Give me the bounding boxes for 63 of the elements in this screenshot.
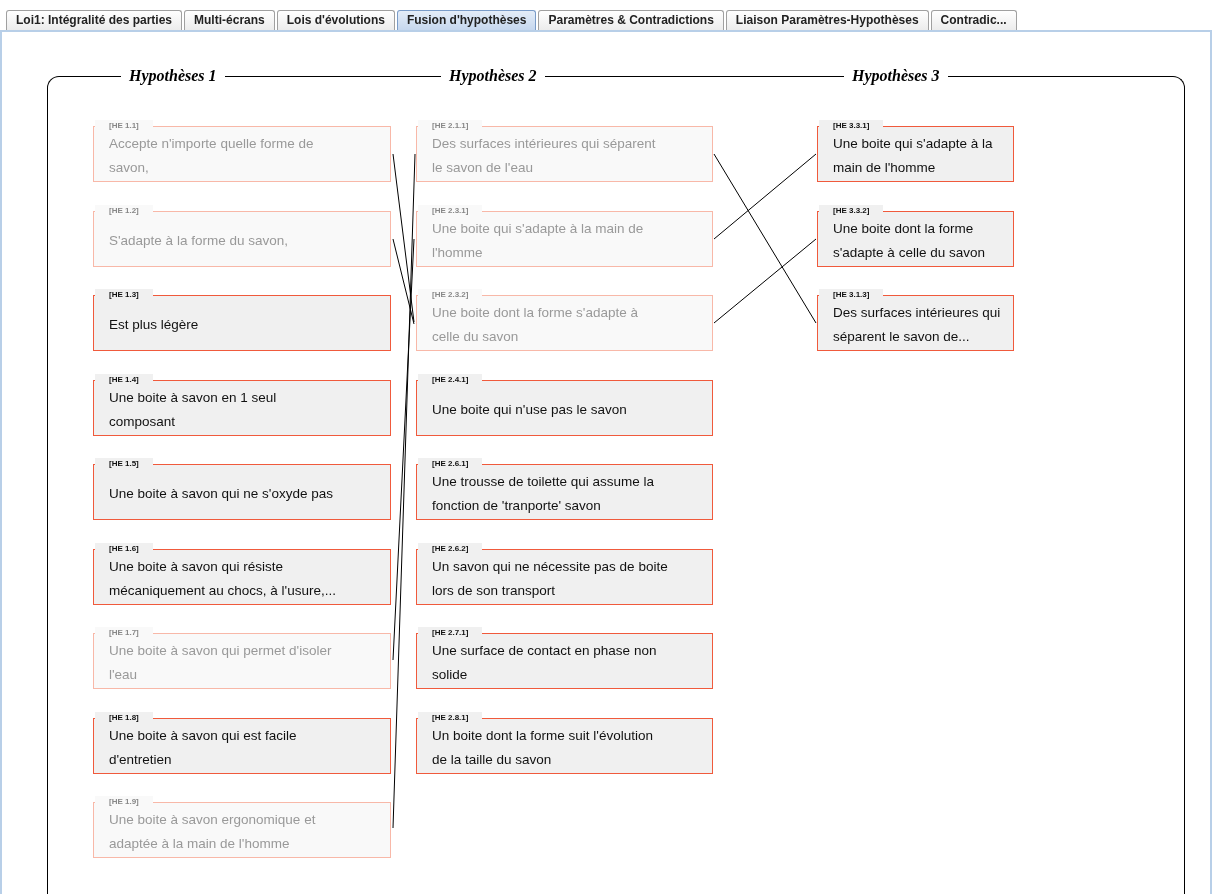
card-label: [HE 3.3.1] (819, 120, 884, 131)
card-text: Une boite à savon qui permet d'isoler l'eau (109, 642, 333, 684)
hypothesis-card[interactable]: [HE 3.3.1] Une boite qui s'adapte à la main de l'homme (817, 120, 1014, 182)
card-label: [HE 2.7.1] (418, 627, 483, 638)
hypothesis-card[interactable]: [HE 2.7.1] Une surface de contact en phase non solide (416, 627, 713, 689)
hypothesis-card[interactable]: [HE 2.4.1] Une boite qui n'use pas le savon (416, 373, 713, 436)
card-label: [HE 1.1] (95, 120, 153, 131)
card-text: Une boite qui s'adapte à la main de l'homme (432, 219, 645, 262)
card-text: Une surface de contact en phase non solide (432, 642, 658, 684)
column-title: Hypothèses 1 (121, 67, 225, 85)
card-text: Un boite dont la forme suit l'évolution de la taille du savon (432, 726, 654, 769)
column-title: Hypothèses 2 (441, 67, 545, 85)
hypothesis-card[interactable]: [HE 1.3] Est plus légère (93, 289, 391, 351)
card-text: Une boite à savon en 1 seul composant (109, 388, 278, 431)
hypothesis-card[interactable]: [HE 2.6.1] Une trousse de toilette qui assume la fonction de 'tranporte' savon (416, 458, 713, 520)
card-label: [HE 1.5] (95, 458, 153, 469)
hypothesis-card[interactable]: [HE 1.8] Une boite à savon qui est facile d'entretien (93, 711, 391, 774)
card-text: Un savon qui ne nécessite pas de boite lors de son transport (432, 557, 668, 600)
hypothesis-card[interactable]: [HE 3.3.2] Une boite dont la forme s'adapte à celle du savon (817, 204, 1014, 267)
card-text: Une boite à savon qui est facile d'entretien (109, 726, 298, 769)
card-label: [HE 1.6] (95, 542, 153, 554)
card-label: [HE 2.8.1] (418, 711, 483, 723)
card-text: Des surfaces intérieures qui séparent le savon de... (833, 304, 1002, 346)
card-label: [HE 2.6.2] (418, 542, 483, 554)
card-label: [HE 2.3.2] (418, 289, 483, 300)
card-text: S'adapte à la forme du savon, (109, 231, 288, 250)
card-label: [HE 3.1.3] (819, 289, 884, 300)
tab[interactable]: Paramètres & Contradictions (538, 10, 724, 30)
tab[interactable]: Lois d'évolutions (276, 10, 395, 30)
hypothesis-card[interactable]: [HE 3.1.3] Des surfaces intérieures qui séparent le savon de... (817, 289, 1014, 351)
card-text: Une boite qui s'adapte à la main de l'homme (833, 135, 994, 177)
tab[interactable]: Multi-écrans (184, 10, 275, 30)
hypothesis-card[interactable]: [HE 2.6.2] Un savon qui ne nécessite pas de boite lors de son transport (416, 542, 713, 605)
hypothesis-card[interactable]: [HE 1.6] Une boite à savon qui résiste mécaniquement au chocs, à l'usure,... (93, 542, 391, 605)
card-text: Une boite à savon qui résiste mécaniquement au chocs, à l'usure,... (109, 557, 337, 600)
card-text: Est plus légère (109, 316, 199, 334)
card-label: [HE 1.4] (95, 373, 153, 385)
card-label: [HE 1.3] (95, 289, 153, 300)
card-label: [HE 1.2] (95, 204, 153, 216)
card-label: [HE 3.3.2] (819, 204, 884, 216)
tab[interactable]: Liaison Paramètres-Hypothèses (725, 10, 929, 30)
card-text: Une boite à savon ergonomique et adaptée à la main de l'homme (109, 811, 317, 853)
card-text: Accepte n'importe quelle forme de savon, (109, 135, 315, 177)
card-text: Une boite dont la forme s'adapte à celle du savon (833, 219, 986, 262)
card-label: [HE 2.1.1] (418, 120, 483, 131)
card-text: Une boite dont la forme s'adapte à celle du savon (432, 304, 639, 346)
card-text: Une trousse de toilette qui assume la fonction de 'tranporte' savon (432, 473, 656, 515)
card-label: [HE 2.6.1] (418, 458, 483, 469)
tab[interactable]: Contradic... (930, 10, 1017, 30)
card-label: [HE 2.3.1] (418, 204, 483, 216)
card-label: [HE 1.9] (95, 796, 153, 807)
card-text: Une boite qui n'use pas le savon (432, 400, 627, 419)
tab[interactable]: Fusion d'hypothèses (396, 10, 537, 30)
hypothesis-card[interactable]: [HE 2.8.1] Un boite dont la forme suit l'évolution de la taille du savon (416, 711, 713, 774)
card-text: Des surfaces intérieures qui séparent le savon de l'eau (432, 135, 657, 177)
column-title: Hypothèses 3 (844, 67, 948, 85)
card-label: [HE 1.7] (95, 627, 153, 638)
card-label: [HE 2.4.1] (418, 373, 483, 385)
tab[interactable]: Loi1: Intégralité des parties (6, 10, 183, 30)
hypothesis-card[interactable]: [HE 1.4] Une boite à savon en 1 seul composant (93, 373, 391, 436)
card-text: Une boite à savon qui ne s'oxyde pas (109, 485, 333, 503)
card-label: [HE 1.8] (95, 711, 153, 723)
hypothesis-card[interactable]: [HE 1.5] Une boite à savon qui ne s'oxyde pas (93, 458, 391, 520)
